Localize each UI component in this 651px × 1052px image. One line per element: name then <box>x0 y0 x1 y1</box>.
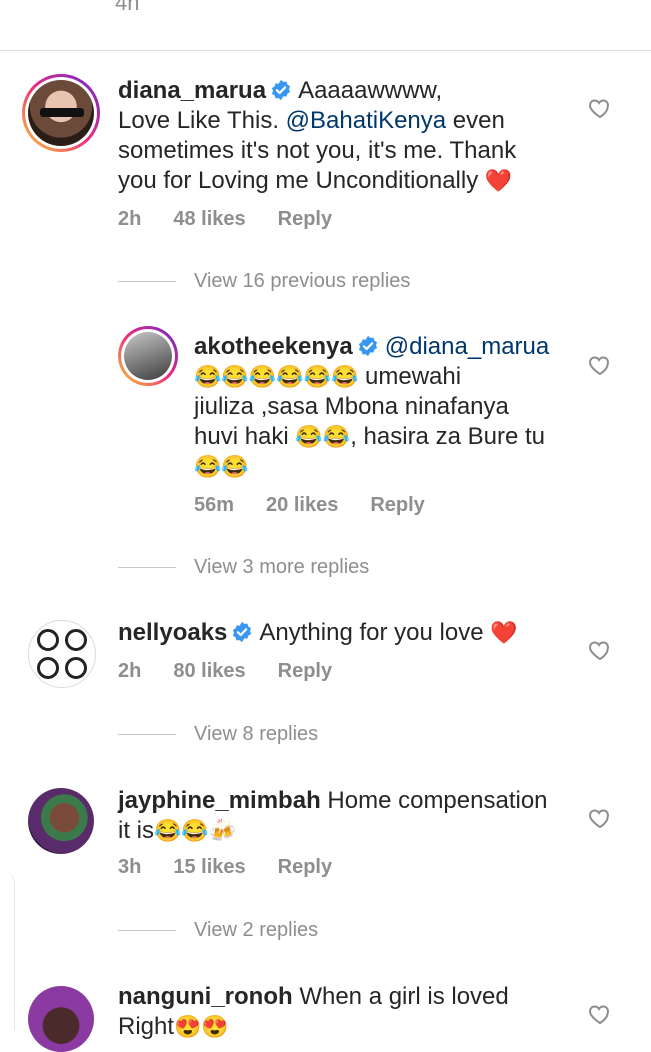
reply-button[interactable]: Reply <box>278 856 332 878</box>
heart-eyes-emojis: 😍😍 <box>174 1014 229 1039</box>
likes-count[interactable]: 80 likes <box>173 660 245 682</box>
view-replies-label: View 8 replies <box>194 723 319 745</box>
laughing-emojis: 😂😂 <box>295 424 351 449</box>
avatar[interactable] <box>22 74 100 152</box>
like-heart-icon[interactable] <box>588 96 612 120</box>
comment-text: , hasira za Bure tu <box>350 423 545 450</box>
mention-link[interactable]: @diana_marua <box>385 333 549 360</box>
comment-text: Aaaaawwww, <box>298 77 443 104</box>
comment-text: umewahi <box>365 363 462 390</box>
comment-time: 2h <box>118 660 142 682</box>
view-more-replies[interactable]: View 3 more replies <box>118 556 369 579</box>
comment-text: Home compensation <box>327 787 548 814</box>
comment-time: 2h <box>118 208 142 230</box>
comment-text: sometimes it's not you, it's me. Thank <box>118 137 517 164</box>
comment-text: jiuliza ,sasa Mbona ninafanya <box>194 393 509 420</box>
likes-count[interactable]: 15 likes <box>173 856 245 878</box>
username[interactable]: nellyoaks <box>118 619 227 646</box>
view-replies-label: View 16 previous replies <box>194 270 411 292</box>
verified-badge-icon <box>358 335 377 357</box>
laughing-emojis: 😂😂 <box>194 454 249 479</box>
like-heart-icon[interactable] <box>588 638 612 662</box>
comment-text: When a girl is loved <box>299 983 509 1010</box>
verified-badge-icon <box>233 621 252 643</box>
laughing-beer-emojis: 😂😂🍻 <box>154 818 237 843</box>
avatar[interactable] <box>118 326 178 386</box>
reply-button[interactable]: Reply <box>278 208 332 230</box>
username[interactable]: jayphine_mimbah <box>118 787 321 814</box>
reply-line <box>118 734 176 736</box>
reply-button[interactable]: Reply <box>278 660 332 682</box>
like-heart-icon[interactable] <box>588 806 612 830</box>
comment-time: 56m <box>194 494 235 516</box>
red-heart-emoji: ❤️ <box>490 620 518 645</box>
reply-line <box>118 930 176 932</box>
reply-line <box>118 567 176 569</box>
comment-text: Right <box>118 1013 175 1040</box>
avatar[interactable] <box>28 620 96 688</box>
comment-text: huvi haki <box>194 423 289 450</box>
view-replies[interactable]: View 8 replies <box>118 723 318 746</box>
reply-line <box>118 281 176 283</box>
comment-text: even <box>452 107 505 134</box>
reply-button[interactable]: Reply <box>370 494 424 516</box>
avatar[interactable] <box>28 788 94 854</box>
username[interactable]: nanguni_ronoh <box>118 983 293 1010</box>
red-heart-emoji: ❤️ <box>484 168 513 193</box>
divider <box>0 50 651 51</box>
side-panel-edge <box>0 870 15 1030</box>
view-replies-label: View 3 more replies <box>194 556 370 578</box>
comment-text: it is <box>118 817 154 844</box>
mention-link[interactable]: @BahatiKenya <box>286 107 446 134</box>
like-heart-icon[interactable] <box>588 1002 612 1026</box>
comment-text: Love Like This. <box>118 107 279 134</box>
comment-time: 3h <box>118 856 142 878</box>
view-replies[interactable]: View 2 replies <box>118 919 318 942</box>
previous-timestamp-fragment: 4h <box>115 0 140 15</box>
username[interactable]: akotheekenya <box>194 333 353 360</box>
view-previous-replies[interactable]: View 16 previous replies <box>118 270 410 293</box>
avatar[interactable] <box>28 986 94 1052</box>
comment-text: Anything for you love <box>259 619 484 646</box>
likes-count[interactable]: 20 likes <box>266 494 338 516</box>
laughing-emojis: 😂😂😂😂😂😂 <box>194 364 359 389</box>
likes-count[interactable]: 48 likes <box>173 208 245 230</box>
username[interactable]: diana_marua <box>118 77 266 104</box>
verified-badge-icon <box>272 79 291 101</box>
view-replies-label: View 2 replies <box>194 919 319 941</box>
comment-text: you for Loving me Unconditionally <box>118 167 479 194</box>
like-heart-icon[interactable] <box>588 353 612 377</box>
